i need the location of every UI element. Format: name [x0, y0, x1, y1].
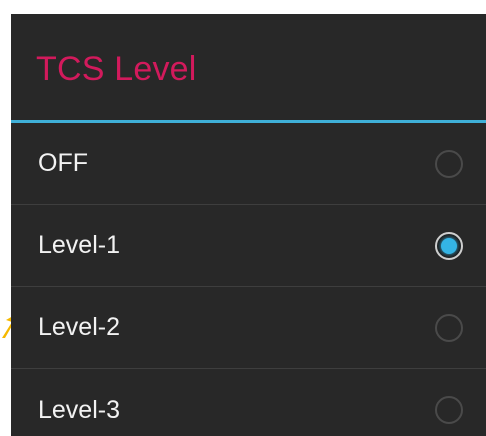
- option-level-1[interactable]: Level-1: [11, 205, 486, 287]
- option-level-3[interactable]: Level-3: [11, 369, 486, 436]
- radio-selected-icon[interactable]: [435, 231, 463, 260]
- option-label: Level-3: [38, 395, 120, 424]
- dialog-header: TCS Level: [11, 14, 486, 120]
- radio-dot: [441, 237, 457, 254]
- option-off[interactable]: OFF: [11, 123, 486, 205]
- radio-unselected-icon[interactable]: [435, 149, 463, 178]
- option-level-2[interactable]: Level-2: [11, 287, 486, 369]
- dialog-title: TCS Level: [36, 49, 197, 88]
- option-label: Level-2: [38, 313, 120, 341]
- option-list: OFF Level-1 Level-2 Level-3: [11, 123, 486, 436]
- tcs-level-dialog: TCS Level OFF Level-1 Level-2 Level-3: [11, 14, 486, 436]
- radio-unselected-icon[interactable]: [435, 313, 463, 342]
- screen: TCS Level OFF Level-1 Level-2 Level-3: [0, 0, 486, 436]
- option-label: Level-1: [38, 231, 120, 259]
- option-label: OFF: [38, 149, 88, 177]
- radio-unselected-icon[interactable]: [435, 396, 463, 424]
